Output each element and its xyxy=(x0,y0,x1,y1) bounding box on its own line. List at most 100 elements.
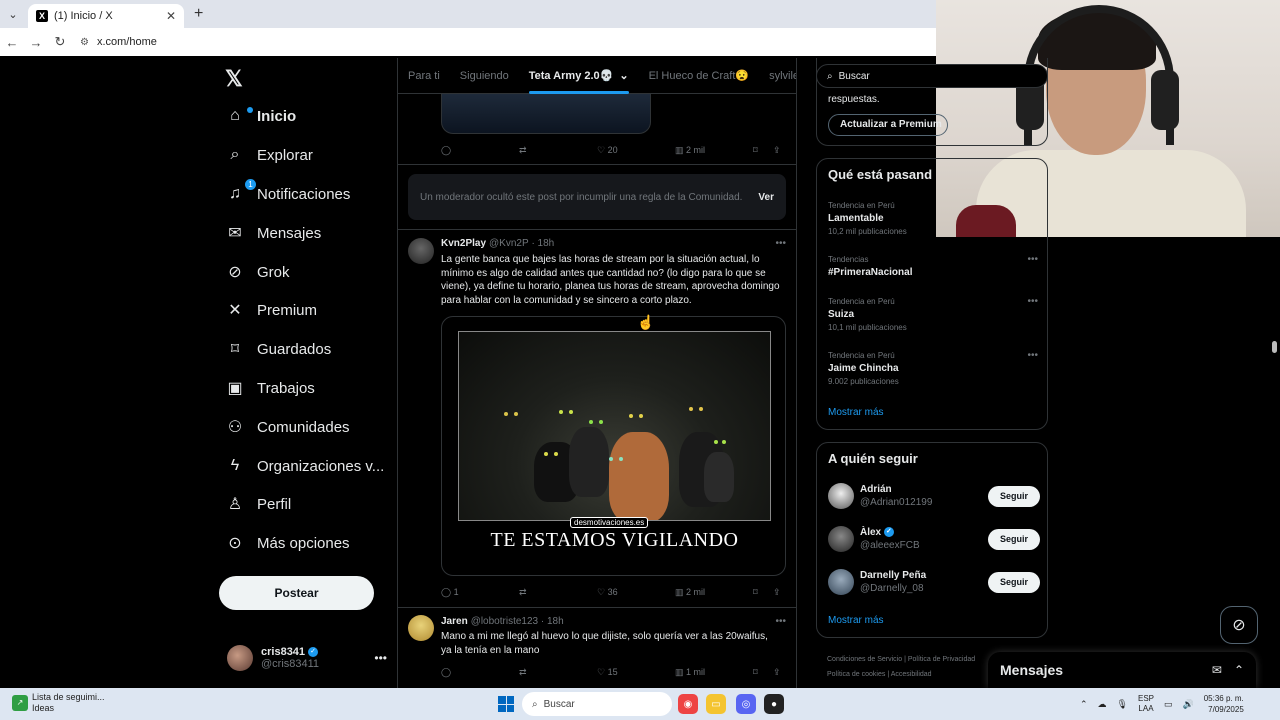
more-dots-icon[interactable]: ••• xyxy=(775,616,786,627)
nav-item-notificaciones[interactable]: ♫ 1 Notificaciones xyxy=(225,179,350,209)
tab-search-chevron-icon[interactable]: ⌄ xyxy=(0,0,26,28)
new-tab-plus-icon[interactable]: + xyxy=(194,5,203,23)
share-icon[interactable]: ⇪ xyxy=(773,145,781,156)
repost-icon[interactable]: ⇄ xyxy=(519,667,597,678)
author-handle[interactable]: @lobotriste123 xyxy=(471,616,538,627)
privacy-link[interactable]: Política de Privacidad xyxy=(908,656,975,663)
onedrive-icon[interactable]: ☁ xyxy=(1098,699,1107,710)
post-time[interactable]: · 18h xyxy=(541,616,564,627)
reply-icon[interactable]: ◯ xyxy=(441,667,519,678)
views-button[interactable]: ▥ 2 mil xyxy=(675,587,753,598)
trend-item[interactable]: Tendencias #PrimeraNacional ••• xyxy=(828,253,1038,279)
views-button[interactable]: ▥ 2 mil xyxy=(675,145,753,156)
tray-chevron-icon[interactable]: ⌃ xyxy=(1080,699,1088,710)
reply-icon[interactable]: ◯ xyxy=(441,145,519,156)
taskbar-search[interactable]: ⌕ Buscar xyxy=(522,692,672,716)
file-explorer-icon[interactable]: ▭ xyxy=(706,694,726,714)
nav-item-trabajos[interactable]: ▣ Trabajos xyxy=(225,373,314,403)
post-image[interactable]: desmotivaciones.es TE ESTAMOS VIGILANDO xyxy=(441,316,786,576)
bookmark-icon[interactable]: ⌑ xyxy=(753,587,773,598)
post-time[interactable]: · 18h xyxy=(531,238,554,249)
language-indicator[interactable]: ESP LAA xyxy=(1138,694,1154,714)
new-message-icon[interactable]: ✉ xyxy=(1212,663,1222,677)
nav-item-perfil[interactable]: ♙ Perfil xyxy=(225,489,291,519)
trend-item[interactable]: Tendencia en Perú Lamentable 10,2 mil pu… xyxy=(828,199,1038,238)
expand-up-icon[interactable]: ⌃ xyxy=(1234,663,1244,677)
nav-item-organizaciones[interactable]: ϟ Organizaciones v... xyxy=(225,451,385,481)
nav-item-inicio[interactable]: ⌂ Inicio xyxy=(225,101,296,131)
avatar[interactable] xyxy=(408,615,434,641)
tab-el-hueco[interactable]: El Hueco de Craft😧 xyxy=(639,58,760,94)
views-button[interactable]: ▥ 1 mil xyxy=(675,667,753,678)
follow-suggestion[interactable]: Adrián @Adrian012199 Seguir xyxy=(828,481,1040,511)
avatar[interactable] xyxy=(408,238,434,264)
post-button[interactable]: Postear xyxy=(219,576,374,610)
show-more-trends[interactable]: Mostrar más xyxy=(828,407,884,418)
nav-item-premium[interactable]: ✕ Premium xyxy=(225,295,317,325)
like-button[interactable]: ♡ 20 xyxy=(597,145,675,156)
account-switcher[interactable]: cris8341 ✓ @cris83411 ••• xyxy=(227,641,387,675)
nav-item-mas-opciones[interactable]: ⊙ Más opciones xyxy=(225,528,349,558)
follow-button[interactable]: Seguir xyxy=(988,528,1040,550)
trend-item[interactable]: Tendencia en Perú Suiza 10,1 mil publica… xyxy=(828,295,1038,334)
volume-icon[interactable]: 🔊 xyxy=(1183,699,1194,710)
author-name[interactable]: Jaren xyxy=(441,616,468,627)
show-more-follow[interactable]: Mostrar más xyxy=(828,615,884,626)
page-scrollbar[interactable] xyxy=(1270,237,1280,688)
discord-app-icon[interactable]: ◎ xyxy=(736,694,756,714)
nav-item-explorar[interactable]: ⌕ Explorar xyxy=(225,140,313,170)
author-name[interactable]: Kvn2Play xyxy=(441,238,486,249)
microphone-icon[interactable]: 🎙 xyxy=(1117,699,1128,710)
follow-suggestion[interactable]: Àlex ✓ @aleeexFCB Seguir xyxy=(828,524,1040,554)
grok-floating-button[interactable]: ⊘ xyxy=(1220,606,1258,644)
repost-icon[interactable]: ⇄ xyxy=(519,145,597,156)
accessibility-link[interactable]: Accesibilidad xyxy=(891,671,932,678)
address-bar[interactable]: ⚙ x.com/home xyxy=(80,36,157,48)
x-logo-icon[interactable]: 𝕏 xyxy=(225,66,243,92)
clock[interactable]: 05:36 p. m. 7/09/2025 xyxy=(1204,693,1244,715)
bookmark-icon[interactable]: ⌑ xyxy=(753,667,773,678)
bookmark-icon[interactable]: ⌑ xyxy=(753,145,773,156)
trend-item[interactable]: Tendencia en Perú Jaime Chincha 9.002 pu… xyxy=(828,349,1038,388)
widgets-button[interactable]: ↗ Lista de seguimi... Ideas xyxy=(12,692,105,714)
network-icon[interactable]: ▭ xyxy=(1164,699,1173,710)
search-input[interactable]: ⌕ Buscar xyxy=(816,64,1048,88)
tab-sylvile[interactable]: sylvile xyxy=(759,58,796,94)
nav-item-mensajes[interactable]: ✉ Mensajes xyxy=(225,218,321,248)
obs-app-icon[interactable]: ● xyxy=(764,694,784,714)
windows-start-icon[interactable] xyxy=(498,696,514,712)
scrollbar-thumb[interactable] xyxy=(1272,341,1277,353)
like-button[interactable]: ♡ 36 xyxy=(597,587,675,598)
tab-siguiendo[interactable]: Siguiendo xyxy=(450,58,519,94)
more-dots-icon[interactable]: ••• xyxy=(1027,295,1038,308)
forward-arrow-icon[interactable]: → xyxy=(24,35,48,50)
follow-suggestion[interactable]: Darnelly Peña @Darnelly_08 Seguir xyxy=(828,567,1040,597)
more-dots-icon[interactable]: ••• xyxy=(374,651,387,665)
more-dots-icon[interactable]: ••• xyxy=(1027,253,1038,266)
like-button[interactable]: ♡ 15 xyxy=(597,667,675,678)
nav-item-grok[interactable]: ⊘ Grok xyxy=(225,257,289,287)
follow-button[interactable]: Seguir xyxy=(988,485,1040,507)
tab-close-icon[interactable]: ✕ xyxy=(166,9,176,23)
nav-item-guardados[interactable]: ⌑ Guardados xyxy=(225,334,331,364)
upgrade-premium-button[interactable]: Actualizar a Premium xyxy=(828,114,948,136)
back-arrow-icon[interactable]: ← xyxy=(0,35,24,50)
share-icon[interactable]: ⇪ xyxy=(773,667,781,678)
reload-icon[interactable]: ↻ xyxy=(48,34,72,50)
chrome-app-icon[interactable]: ◉ xyxy=(678,694,698,714)
terms-link[interactable]: Condiciones de Servicio xyxy=(827,656,902,663)
cookies-link[interactable]: Política de cookies xyxy=(827,671,885,678)
messages-drawer[interactable]: Mensajes ✉ ⌃ xyxy=(988,652,1256,688)
tab-teta-army[interactable]: Teta Army 2.0💀 ⌄ xyxy=(519,58,639,94)
repost-icon[interactable]: ⇄ xyxy=(519,587,597,598)
browser-tab[interactable]: X (1) Inicio / X ✕ xyxy=(28,4,184,28)
follow-button[interactable]: Seguir xyxy=(988,571,1040,593)
tab-para-ti[interactable]: Para ti xyxy=(398,58,450,94)
more-dots-icon[interactable]: ••• xyxy=(1027,349,1038,362)
reply-button[interactable]: ◯ 1 xyxy=(441,587,519,598)
more-dots-icon[interactable]: ••• xyxy=(775,238,786,249)
view-hidden-button[interactable]: Ver xyxy=(758,192,774,203)
author-handle[interactable]: @Kvn2P xyxy=(489,238,529,249)
share-icon[interactable]: ⇪ xyxy=(773,587,781,598)
site-info-icon[interactable]: ⚙ xyxy=(80,37,89,48)
